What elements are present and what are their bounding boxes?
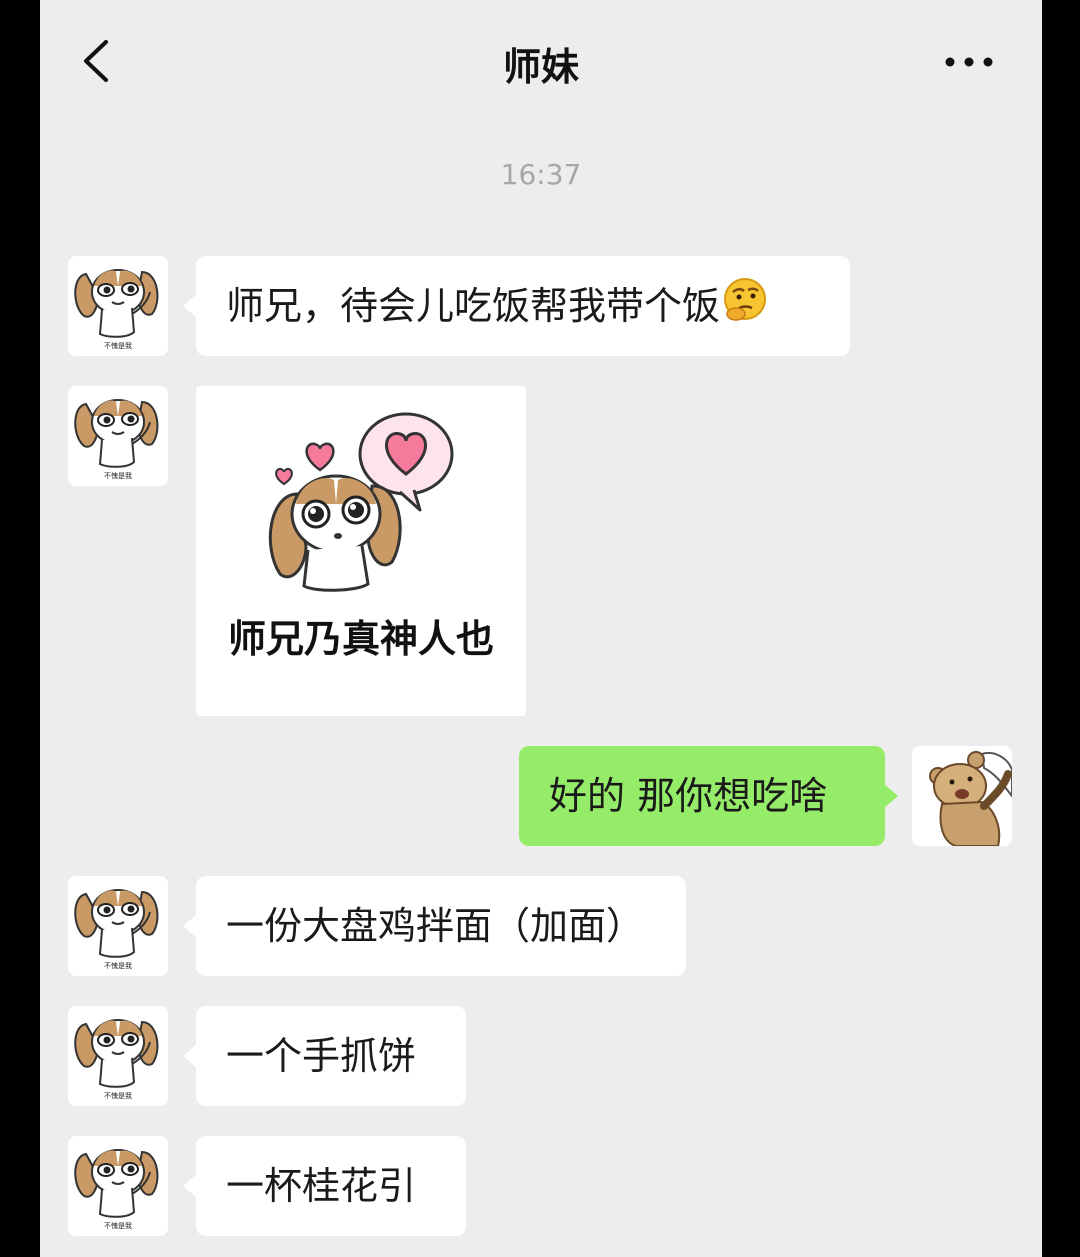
message-text: 一杯桂花引 [226, 1164, 417, 1208]
message-bubble-incoming[interactable]: 一个手抓饼 [183, 1006, 466, 1106]
more-button[interactable] [944, 52, 994, 72]
message-text: 好的 那你想吃啥 [549, 774, 828, 818]
avatar-caption: 不愧是我 [104, 961, 132, 970]
chat-title: 师妹 [502, 45, 579, 89]
nav-bar: 师妹 [40, 0, 1042, 120]
avatar-caption: 不愧是我 [104, 1221, 132, 1230]
message-bubble-incoming[interactable]: 师兄，待会儿吃饭帮我带个饭 [183, 256, 850, 359]
dog-avatar-icon: 不愧是我 [74, 1149, 159, 1230]
avatar-caption: 不愧是我 [104, 341, 132, 350]
contact-avatar[interactable]: 不愧是我 [68, 386, 168, 486]
contact-avatar[interactable]: 不愧是我 [68, 876, 168, 976]
message-text: 一个手抓饼 [226, 1034, 417, 1078]
message-bubble-incoming[interactable]: 一份大盘鸡拌面（加面） [183, 876, 686, 976]
my-avatar[interactable] [912, 746, 1012, 846]
chat-screen: 师妹 16:37 不愧是我 师兄，待会儿吃饭帮我带个饭 不愧是我 师兄乃真神人也… [40, 0, 1042, 1257]
contact-avatar[interactable]: 不愧是我 [68, 1136, 168, 1236]
thinking-face-emoji-icon [722, 259, 768, 359]
contact-avatar[interactable]: 不愧是我 [68, 1006, 168, 1106]
bear-avatar-icon [929, 751, 1012, 846]
dog-avatar-icon: 不愧是我 [74, 269, 159, 350]
sticker-message[interactable]: 师兄乃真神人也 [196, 386, 526, 716]
message-bubble-incoming[interactable]: 一杯桂花引 [183, 1136, 466, 1236]
message-bubble-outgoing[interactable]: 好的 那你想吃啥 [519, 746, 898, 846]
message-text: 一份大盘鸡拌面（加面） [226, 904, 645, 948]
dog-avatar-icon: 不愧是我 [74, 399, 159, 480]
sticker-caption: 师兄乃真神人也 [227, 617, 494, 661]
avatar-caption: 不愧是我 [104, 471, 132, 480]
message-text: 师兄，待会儿吃饭帮我带个饭 [226, 284, 721, 328]
more-dots-icon [945, 57, 993, 67]
contact-avatar[interactable]: 不愧是我 [68, 256, 168, 356]
dog-avatar-icon: 不愧是我 [74, 889, 159, 970]
message-timestamp: 16:37 [500, 158, 582, 191]
avatar-caption: 不愧是我 [104, 1091, 132, 1100]
dog-avatar-icon: 不愧是我 [74, 1019, 159, 1100]
love-dog-sticker-image [268, 412, 454, 592]
